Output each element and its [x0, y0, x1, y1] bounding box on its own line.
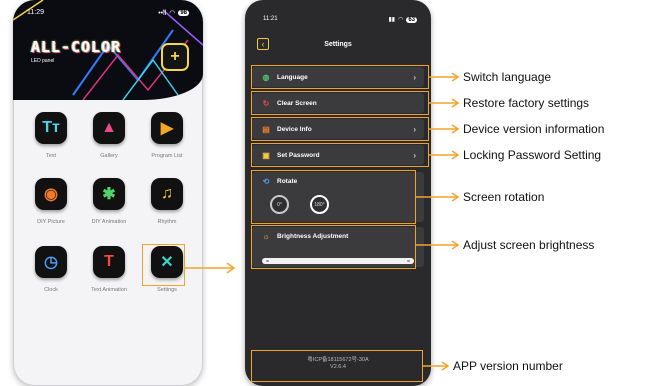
callout-screen-rotation: Screen rotation	[463, 190, 545, 204]
callout-restore-factory: Restore factory settings	[463, 96, 590, 110]
callout-adjust-brightness: Adjust screen brightness	[463, 238, 595, 252]
callout-device-version: Device version information	[463, 122, 605, 136]
callout-switch-language: Switch language	[463, 70, 552, 84]
callout-arrows	[416, 72, 460, 371]
callout-locking-password: Locking Password Setting	[463, 148, 602, 162]
callout-app-version: APP version number	[453, 359, 563, 373]
